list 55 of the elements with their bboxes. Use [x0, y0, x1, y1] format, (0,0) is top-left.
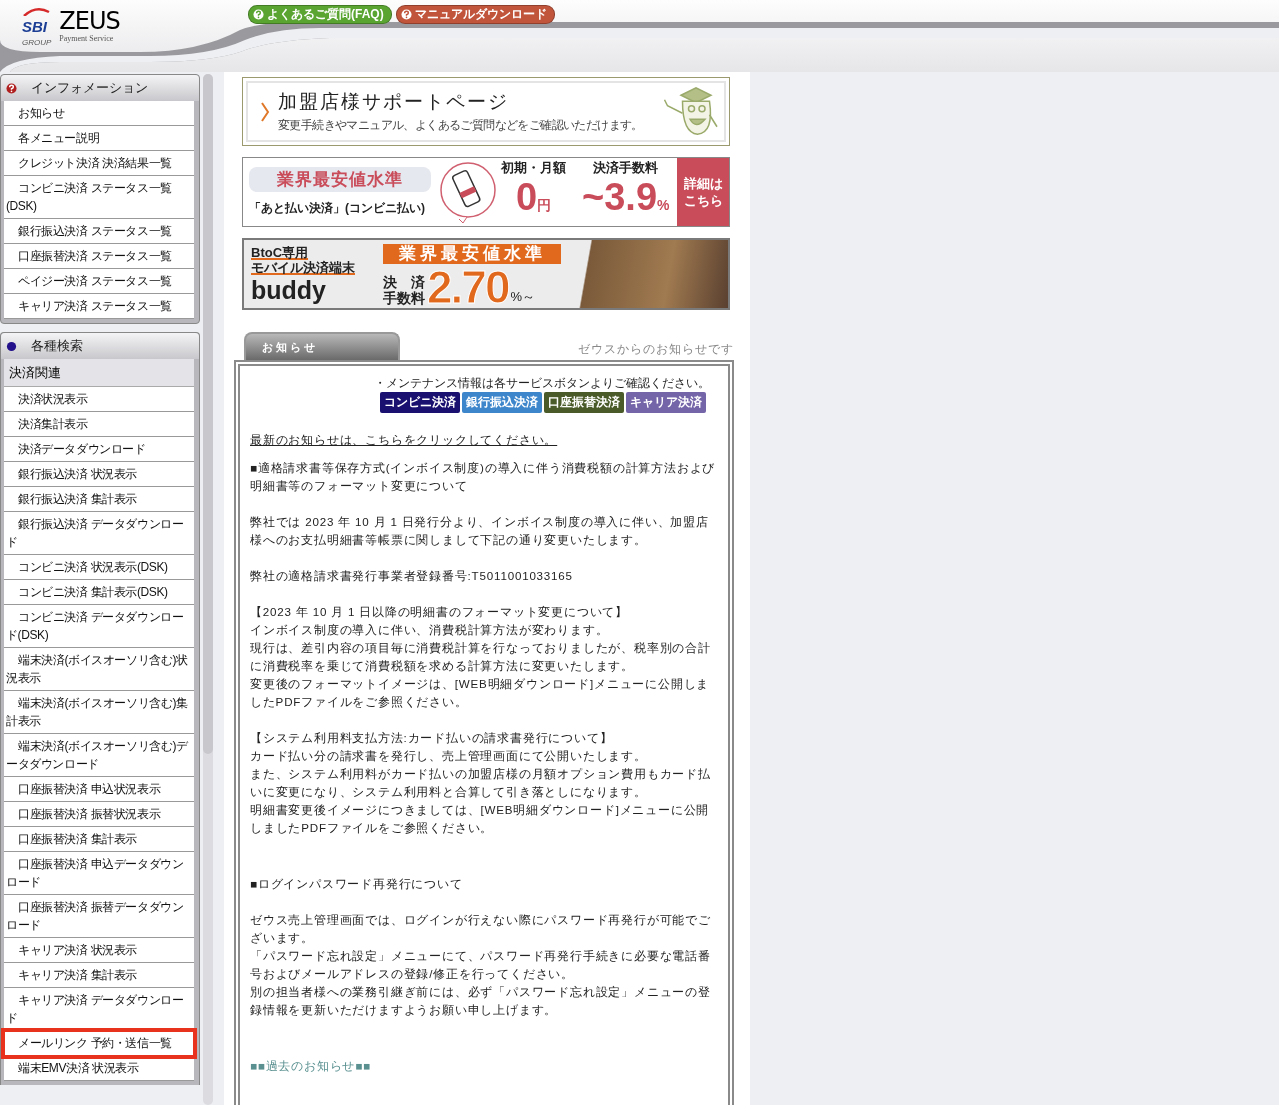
notice-caption: ゼウスからのお知らせです	[578, 341, 734, 358]
notice-text: インボイス制度の導入に伴い、消費税計算方法が変わります。	[250, 622, 610, 638]
banner-text: モバイル決済端末	[251, 260, 356, 275]
banner-title: 加盟店様サポートページ	[278, 90, 510, 114]
fee-rate: 2.70	[427, 264, 509, 308]
notice-text: カード払い分の請求書を発行し、売上管理画面にて公開いたします。	[250, 748, 648, 764]
banner-text: BtoC専用	[251, 245, 310, 260]
payment-terminal-icon	[439, 159, 497, 225]
fee-label: 初期・月額	[501, 159, 566, 177]
service-button[interactable]: 口座振替決済	[544, 392, 624, 413]
notice-text: 【2023 年 10 月 1 日以降の明細書のフォーマット変更について】	[250, 604, 630, 620]
support-page-banner[interactable]: 加盟店様サポートページ 変更手続きやマニュアル、よくあるご質問などをご確認いただけます。	[242, 77, 730, 146]
maintenance-note: ・メンテナンス情報は各サービスボタンよりご確認ください。	[373, 376, 711, 390]
latest-notice-link[interactable]: 最新のお知らせは、こちらをクリックしてください。	[250, 431, 558, 449]
fee-label: 決 済	[383, 274, 425, 290]
notice-text: ゼウス売上管理画面では、ログインが行えない際にパスワード再発行が可能でございます。	[250, 912, 712, 946]
menu-item[interactable]: メールリンク 予約・送信一覧	[4, 1031, 194, 1056]
fee-unit: %～	[510, 288, 536, 306]
fee-label: 決済手数料	[593, 159, 659, 177]
notice-text: 明細書変更後イメージにつきましては、[WEB明細ダウンロード]メニューに公開しましたPDFファイルをご参照ください。	[250, 802, 711, 836]
company-logo[interactable]: SBI GROUP ZEUS Payment Service	[22, 8, 120, 47]
fee-label: 手数料	[383, 290, 425, 306]
notice-text: ■適格請求書等保存方式(インボイス制度)の導入に伴う消費税額の計算方法および明細書等のフォーマット変更について	[250, 460, 717, 494]
banner-subtitle: 変更手続きやマニュアル、よくあるご質問などをご確認いただけます。	[278, 117, 643, 134]
past-notices-link[interactable]: ■■過去のお知らせ■■	[250, 1057, 371, 1075]
help-icon	[6, 82, 17, 94]
help-icon	[400, 9, 412, 20]
fee-value: 0円	[515, 177, 552, 220]
banner-badge: 業界最安値水準	[383, 244, 561, 264]
product-name: buddy	[251, 275, 327, 305]
notice-text: また、システム利用料がカード払いの加盟店様の月額オプション費用もカード払いに変更になり、システム利用料と合算して引き落としになります。	[250, 766, 712, 801]
notice-text: 弊社では 2023 年 10 月 1 日発行分より、インボイス制度の導入に伴い、加盟店様へのお支払明細書等帳票に関しまして下記の通り変更いたします。	[250, 514, 710, 548]
notice-text: ■ログインパスワード再発行について	[250, 876, 464, 892]
bullet-icon	[6, 340, 17, 352]
scrollbar[interactable]	[203, 74, 213, 1105]
help-icon	[253, 9, 264, 20]
payment-service-banner[interactable]: 業界最安値水準 「あと払い決済」(コンビニ払い) 初期・月額 0円 決済手数料 ~3.9% 詳細はこちら	[242, 157, 730, 227]
manual-download-button[interactable]: マニュアルダウンロード	[395, 5, 555, 24]
service-button[interactable]: コンビニ決済	[380, 392, 460, 413]
menu-category: 決済関連	[4, 359, 194, 387]
banner-badge: 業界最安値水準	[249, 167, 431, 192]
service-button[interactable]: 銀行振込決済	[462, 392, 542, 413]
menu-panel-title: 各種検索	[31, 337, 83, 355]
notice-text: 「パスワード忘れ設定」メニューにて、パスワード再発行手続きに必要な電話番号およびメールアドレスの登録/修正を行ってください。	[250, 948, 712, 982]
details-button[interactable]: 詳細はこちら	[677, 158, 729, 226]
service-button[interactable]: キャリア決済	[626, 392, 706, 413]
notice-text: 現行は、差引内容の項目毎に消費税計算を行なっておりましたが、税率別の合計に消費税率を乗じて消費税額を求める計算方法に変更いたします。	[250, 640, 712, 674]
service-name: 「あと払い決済」(コンビニ払い)	[249, 200, 426, 217]
notice-text: 変更後のフォーマットイメージは、[WEB明細ダウンロード]メニューに公開しましたPDFファイルをご参照ください。	[250, 676, 711, 710]
notice-text: 【システム利用料支払方法:カード払いの請求書発行について】	[250, 730, 614, 746]
menu-panel-title: インフォメーション	[31, 79, 148, 97]
notice-text: 弊社の適格請求書発行事業者登録番号:T5011001033165	[250, 568, 574, 584]
notice-text: 別の担当者様への業務引継ぎ前には、必ず「パスワード忘れ設定」メニューの登録情報を更新いただけますようお願い申し上げます。	[250, 984, 712, 1018]
chevron-icon	[260, 100, 270, 123]
fee-value: ~3.9%	[582, 177, 670, 220]
